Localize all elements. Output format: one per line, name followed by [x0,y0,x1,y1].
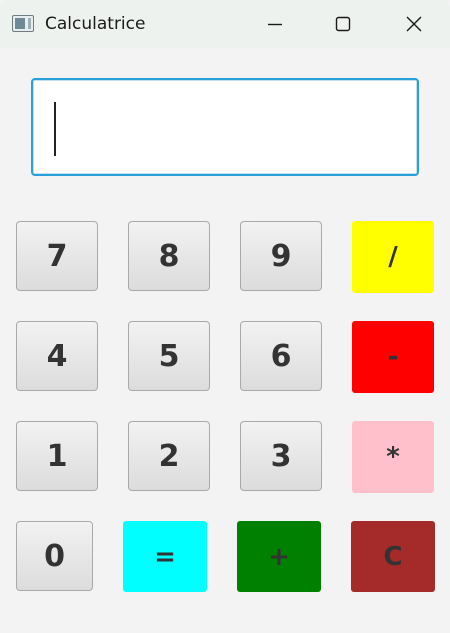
key-1[interactable]: 1 [16,421,98,491]
key-minus[interactable]: - [352,321,434,393]
maximize-icon [335,16,351,32]
app-icon [12,15,34,32]
key-4[interactable]: 4 [16,321,98,391]
key-clear[interactable]: C [351,521,435,592]
key-equals[interactable]: = [123,521,207,592]
key-0[interactable]: 0 [16,521,93,591]
display-input[interactable] [33,80,417,174]
minimize-button[interactable] [245,0,305,48]
window-title: Calculatrice [45,14,146,34]
key-plus[interactable]: + [237,521,321,592]
key-divide[interactable]: / [352,221,434,293]
close-button[interactable] [384,0,444,48]
display-field[interactable] [31,78,419,176]
text-caret [54,102,56,156]
key-8[interactable]: 8 [128,221,210,291]
maximize-button[interactable] [313,0,373,48]
minimize-icon [268,23,282,26]
key-6[interactable]: 6 [240,321,322,391]
key-5[interactable]: 5 [128,321,210,391]
key-multiply[interactable]: * [352,421,434,493]
key-3[interactable]: 3 [240,421,322,491]
calculator-window: Calculatrice 7 8 9 / 4 5 6 - 1 2 3 * 0 =… [0,0,450,633]
key-7[interactable]: 7 [16,221,98,291]
key-9[interactable]: 9 [240,221,322,291]
close-icon [406,16,422,32]
title-bar: Calculatrice [0,0,450,48]
key-2[interactable]: 2 [128,421,210,491]
